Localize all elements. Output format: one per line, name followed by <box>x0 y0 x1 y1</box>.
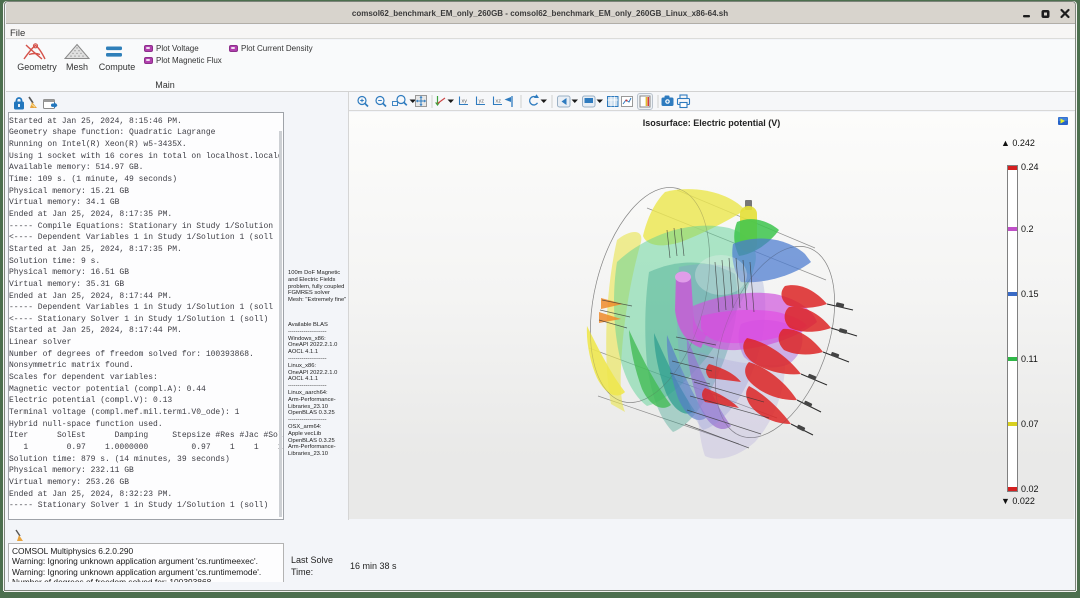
svg-text:yz: yz <box>479 99 485 105</box>
svg-text:xz: xz <box>496 99 502 105</box>
svg-text:xy: xy <box>462 99 468 105</box>
